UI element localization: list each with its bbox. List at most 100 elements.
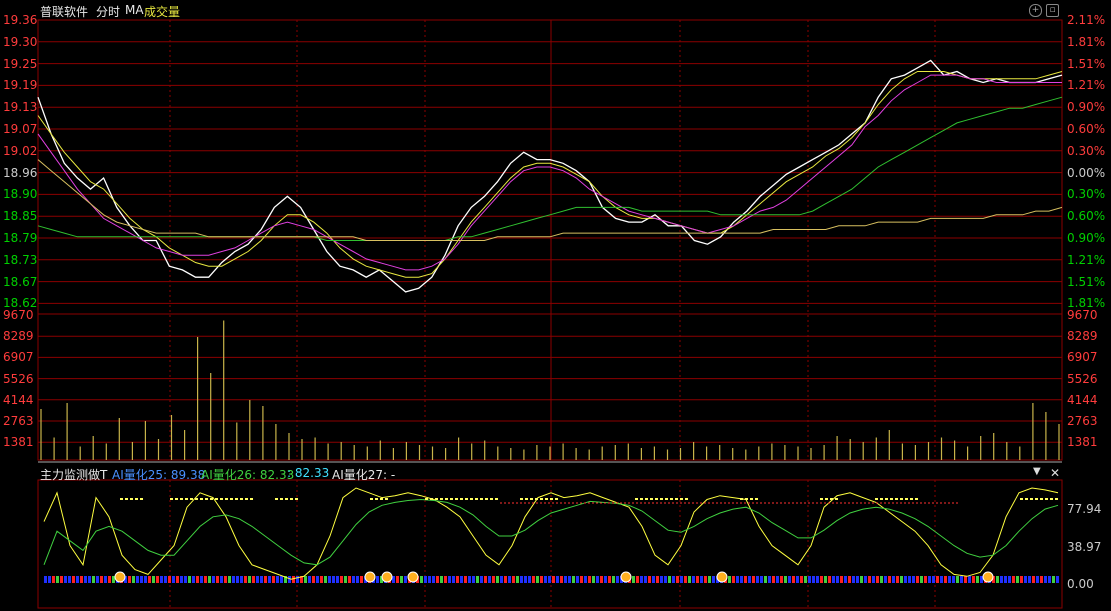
signal-strip-cell — [768, 576, 771, 583]
panel-toggle-icon[interactable]: ▫ — [1046, 4, 1059, 17]
signal-strip-cell — [188, 576, 191, 583]
volume-tick-label-left: 6907 — [3, 350, 34, 365]
volume-tick-label-left: 1381 — [3, 435, 34, 450]
ai25-label: AI量化25: 89.38 — [112, 468, 206, 482]
signal-strip-cell — [200, 576, 203, 583]
pct-tick-label: 1.51% — [1067, 274, 1106, 289]
pct-tick-label: 1.51% — [1067, 56, 1106, 71]
signal-strip-cell — [244, 576, 247, 583]
signal-strip-cell — [512, 576, 515, 583]
pct-tick-label: 0.90% — [1067, 231, 1106, 245]
close-icon[interactable]: ✕ — [1050, 466, 1060, 480]
signal-strip-cell — [1040, 576, 1043, 583]
signal-strip-cell — [328, 576, 331, 583]
signal-strip-cell — [332, 576, 335, 583]
signal-strip-cell — [224, 576, 227, 583]
signal-strip-cell — [1016, 576, 1019, 583]
signal-strip-cell — [636, 576, 639, 583]
triangle-down-icon[interactable]: ▼ — [1033, 466, 1041, 477]
signal-strip-cell — [204, 576, 207, 583]
pct-tick-label: 0.60% — [1067, 209, 1106, 224]
price-series-line — [37, 159, 1063, 241]
signal-strip-cell — [796, 576, 799, 583]
signal-strip-cell — [968, 576, 971, 583]
ma-label[interactable]: MA — [125, 3, 144, 17]
signal-strip-cell — [688, 576, 691, 583]
signal-strip-cell — [876, 576, 879, 583]
title-bar: 普联软件 分时 MA 成交量 + ▫ — [0, 0, 1111, 20]
signal-strip-cell — [908, 576, 911, 583]
signal-strip-cell — [348, 576, 351, 583]
signal-strip-cell — [508, 576, 511, 583]
mode-label[interactable]: 分时 — [96, 3, 120, 20]
signal-strip-cell — [568, 576, 571, 583]
signal-strip-cell — [880, 576, 883, 583]
signal-strip-cell — [756, 576, 759, 583]
signal-strip-cell — [468, 576, 471, 583]
volume-tick-label-right: 8289 — [1067, 329, 1098, 344]
price-tick-label: 18.73 — [3, 252, 38, 267]
signal-strip-cell — [496, 576, 499, 583]
signal-strip-cell — [792, 576, 795, 583]
signal-strip-cell — [632, 576, 635, 583]
pct-tick-label: 1.81% — [1067, 34, 1106, 49]
t-signal-marker — [381, 571, 393, 583]
signal-strip-cell — [532, 576, 535, 583]
signal-strip-cell — [732, 576, 735, 583]
signal-strip-cell — [852, 576, 855, 583]
signal-strip-cell — [352, 576, 355, 583]
volume-tick-label-right: 5526 — [1067, 371, 1098, 386]
price-series-line — [37, 59, 1063, 293]
signal-strip-cell — [292, 576, 295, 583]
signal-strip-cell — [836, 576, 839, 583]
price-series-line — [37, 96, 1063, 241]
signal-strip-cell — [888, 576, 891, 583]
signal-strip-cell — [612, 576, 615, 583]
indicator-name[interactable]: 主力监测做T — [40, 466, 107, 483]
signal-strip-cell — [1052, 576, 1055, 583]
volume-tick-label-left: 9670 — [3, 308, 34, 322]
signal-strip-cell — [760, 576, 763, 583]
signal-strip-cell — [304, 576, 307, 583]
signal-strip-cell — [432, 576, 435, 583]
signal-strip-cell — [572, 576, 575, 583]
signal-strip-cell — [424, 576, 427, 583]
signal-strip-cell — [856, 576, 859, 583]
signal-strip-cell — [464, 576, 467, 583]
signal-strip-cell — [308, 576, 311, 583]
signal-strip-cell — [148, 576, 151, 583]
volume-tick-label-right: 2763 — [1067, 414, 1098, 428]
signal-strip-cell — [420, 576, 423, 583]
volume-tick-label-left: 2763 — [3, 414, 34, 428]
signal-strip-cell — [240, 576, 243, 583]
settings-circle-icon[interactable]: + — [1029, 4, 1042, 17]
signal-strip-cell — [196, 576, 199, 583]
signal-strip-cell — [488, 576, 491, 583]
signal-strip-cell — [944, 576, 947, 583]
signal-strip-cell — [132, 576, 135, 583]
signal-strip-cell — [692, 576, 695, 583]
t-signal-marker — [364, 571, 376, 583]
signal-strip-cell — [212, 576, 215, 583]
signal-strip-cell — [44, 576, 47, 583]
pct-tick-label: 2.11% — [1067, 13, 1106, 27]
signal-strip-cell — [644, 576, 647, 583]
signal-strip-cell — [172, 576, 175, 583]
signal-strip-cell — [248, 576, 251, 583]
signal-strip-cell — [588, 576, 591, 583]
signal-strip-cell — [140, 576, 143, 583]
signal-strip-cell — [320, 576, 323, 583]
signal-strip-cell — [916, 576, 919, 583]
signal-strip-cell — [656, 576, 659, 583]
signal-strip-cell — [272, 576, 275, 583]
signal-strip-cell — [336, 576, 339, 583]
signal-strip-cell — [604, 576, 607, 583]
signal-strip-cell — [428, 576, 431, 583]
signal-strip-cell — [696, 576, 699, 583]
signal-strip-cell — [924, 576, 927, 583]
signal-strip-cell — [784, 576, 787, 583]
volume-label[interactable]: 成交量 — [144, 3, 180, 20]
signal-strip-cell — [928, 576, 931, 583]
signal-strip-cell — [444, 576, 447, 583]
volume-tick-label-right: 4144 — [1067, 392, 1098, 407]
